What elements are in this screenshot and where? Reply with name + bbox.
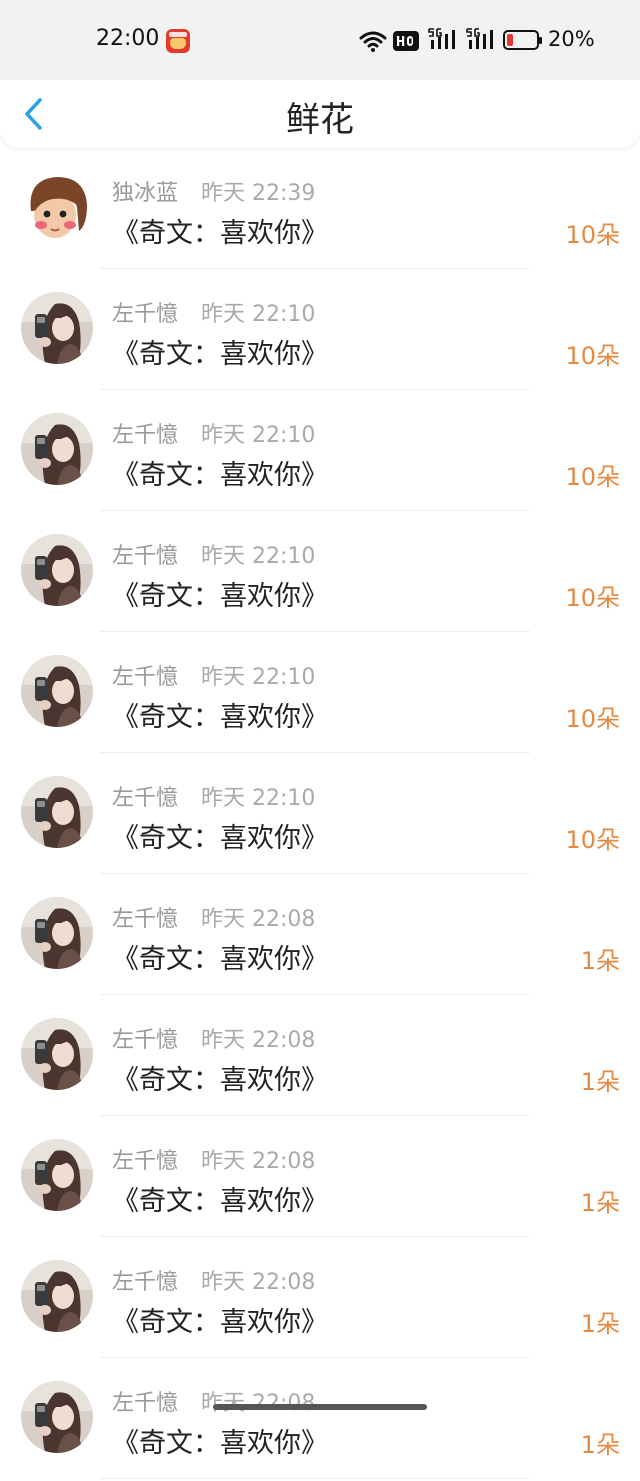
flower-count: 10朵 — [565, 342, 620, 370]
list-item[interactable]: 独冰蓝 昨天 22:39 《奇文：喜欢你》 10朵 — [0, 150, 640, 271]
sender-name[interactable]: 左千憶 — [112, 780, 178, 812]
flower-count: 10朵 — [565, 584, 620, 612]
list-item[interactable]: 左千憶昨天 22:08 《奇文：喜欢你》 1朵 — [0, 1239, 640, 1360]
send-time: 昨天 22:39 — [201, 181, 316, 206]
sender-name[interactable]: 左千憶 — [112, 538, 178, 570]
wifi-icon — [359, 31, 387, 52]
5g-signal-icon — [428, 28, 455, 49]
list-item[interactable]: 左千憶昨天 22:08 《奇文：喜欢你》 1朵 — [0, 1118, 640, 1239]
cartoon-girl-avatar[interactable] — [21, 171, 93, 243]
flower-count: 10朵 — [565, 705, 620, 733]
divider — [100, 510, 530, 511]
work-title: 《奇文：喜欢你》 — [112, 1186, 328, 1217]
sender-name[interactable]: 左千憶 — [112, 417, 178, 449]
list-item[interactable]: 左千憶 昨天 22:10 《奇文：喜欢你》 10朵 — [0, 634, 640, 755]
selfie-avatar[interactable] — [21, 413, 93, 485]
work-title: 《奇文：喜欢你》 — [112, 1307, 328, 1338]
flower-count: 1朵 — [580, 1189, 620, 1217]
send-time: 昨天 22:08 — [201, 1270, 316, 1295]
sender-name[interactable]: 左千憶 — [112, 1022, 178, 1054]
list-item[interactable]: 左千憶昨天 22:08 《奇文：喜欢你》 1朵 — [0, 1360, 640, 1481]
send-time: 昨天 22:08 — [201, 907, 316, 932]
list-item[interactable]: 左千憶 昨天 22:10 《奇文：喜欢你》 10朵 — [0, 392, 640, 513]
sender-name[interactable]: 左千憶 — [112, 1385, 178, 1417]
send-time: 昨天 22:10 — [201, 302, 316, 327]
divider — [100, 752, 530, 753]
divider — [100, 1115, 530, 1116]
page-title: 鲜花 — [286, 100, 354, 140]
sender-name[interactable]: 左千憶 — [112, 659, 178, 691]
sender-name[interactable]: 左千憶 — [112, 1264, 178, 1296]
work-title: 《奇文：喜欢你》 — [112, 460, 328, 491]
flower-count: 1朵 — [580, 947, 620, 975]
status-bar: 22:00 20% — [0, 0, 640, 80]
selfie-avatar[interactable] — [21, 1139, 93, 1211]
selfie-avatar[interactable] — [21, 776, 93, 848]
divider — [100, 389, 530, 390]
send-time: 昨天 22:10 — [201, 423, 316, 448]
takeout-app-icon — [166, 29, 190, 53]
send-time: 昨天 22:10 — [201, 786, 316, 811]
selfie-avatar[interactable] — [21, 1381, 93, 1453]
work-title: 《奇文：喜欢你》 — [112, 581, 328, 612]
selfie-avatar[interactable] — [21, 1018, 93, 1090]
page-header: 鲜花 — [0, 80, 640, 148]
list-item[interactable]: 左千憶 昨天 22:10 《奇文：喜欢你》 10朵 — [0, 271, 640, 392]
list-item[interactable]: 左千憶 昨天 22:10 《奇文：喜欢你》 10朵 — [0, 513, 640, 634]
divider — [100, 873, 530, 874]
selfie-avatar[interactable] — [21, 292, 93, 364]
list-item[interactable]: 左千憶 昨天 22:10 《奇文：喜欢你》 10朵 — [0, 755, 640, 876]
flower-count: 10朵 — [565, 463, 620, 491]
status-time: 22:00 — [96, 26, 160, 51]
hd-icon — [393, 31, 419, 51]
sender-name[interactable]: 独冰蓝 — [112, 175, 178, 207]
selfie-avatar[interactable] — [21, 1260, 93, 1332]
divider — [100, 1478, 530, 1479]
work-title: 《奇文：喜欢你》 — [112, 944, 328, 975]
work-title: 《奇文：喜欢你》 — [112, 339, 328, 370]
work-title: 《奇文：喜欢你》 — [112, 702, 328, 733]
work-title: 《奇文：喜欢你》 — [112, 823, 328, 854]
work-title: 《奇文：喜欢你》 — [112, 218, 328, 249]
send-time: 昨天 22:08 — [201, 1385, 315, 1417]
send-time: 昨天 22:10 — [201, 544, 316, 569]
selfie-avatar[interactable] — [21, 655, 93, 727]
divider — [100, 1236, 530, 1237]
work-title: 《奇文：喜欢你》 — [112, 1428, 328, 1459]
sender-name[interactable]: 左千憶 — [112, 296, 178, 328]
work-title: 《奇文：喜欢你》 — [112, 1065, 328, 1096]
send-time: 昨天 22:10 — [201, 665, 316, 690]
5g-signal-icon — [466, 28, 493, 49]
flower-count: 10朵 — [565, 221, 620, 249]
flower-record-list[interactable]: 独冰蓝 昨天 22:39 《奇文：喜欢你》 10朵 左千憶 昨天 22:10 《奇文：喜欢你… — [0, 150, 640, 1481]
sender-name[interactable]: 左千憶 — [112, 1143, 178, 1175]
send-time: 昨天 22:08 — [201, 1149, 316, 1174]
divider — [100, 1357, 530, 1358]
list-item[interactable]: 左千憶昨天 22:08 《奇文：喜欢你》 1朵 — [0, 876, 640, 997]
battery-level-fill — [507, 34, 513, 46]
flower-count: 1朵 — [580, 1431, 620, 1459]
sender-name[interactable]: 左千憶 — [112, 901, 178, 933]
flower-count: 10朵 — [565, 826, 620, 854]
selfie-avatar[interactable] — [21, 897, 93, 969]
list-item[interactable]: 左千憶昨天 22:08 《奇文：喜欢你》 1朵 — [0, 997, 640, 1118]
send-time: 昨天 22:08 — [201, 1028, 316, 1053]
battery-icon — [503, 30, 542, 50]
selfie-avatar[interactable] — [21, 534, 93, 606]
battery-percent: 20% — [548, 27, 595, 51]
flower-count: 1朵 — [580, 1068, 620, 1096]
divider — [100, 994, 530, 995]
divider — [100, 631, 530, 632]
flower-count: 1朵 — [580, 1310, 620, 1338]
divider — [100, 268, 530, 269]
home-indicator[interactable] — [213, 1404, 427, 1410]
